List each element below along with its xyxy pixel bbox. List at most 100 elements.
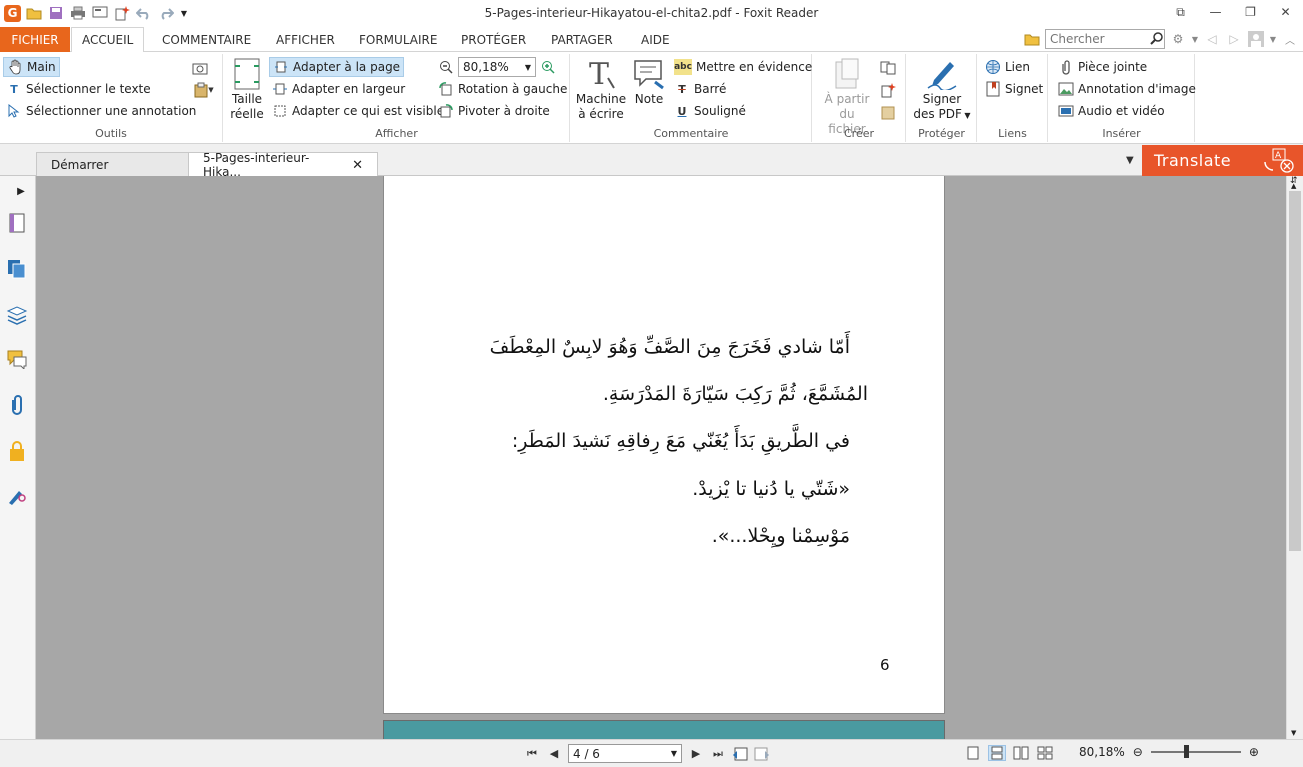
actual-size-button[interactable]: Taille réelle — [230, 58, 264, 122]
collapse-ribbon-icon[interactable]: ︿ — [1281, 30, 1299, 48]
hand-tool-button[interactable]: Main — [3, 57, 60, 77]
tab-aide[interactable]: AIDE — [631, 27, 680, 52]
security-lock-icon[interactable] — [6, 440, 28, 462]
translate-button[interactable]: Translate A — [1142, 145, 1303, 176]
forward-arrow-icon[interactable]: ▷ — [1225, 30, 1243, 48]
fit-width-button[interactable]: Adapter en largeur — [269, 79, 408, 99]
fit-page-button[interactable]: Adapter à la page — [269, 57, 405, 77]
previous-page-icon[interactable]: ◀ — [546, 745, 562, 763]
note-button[interactable]: Note — [631, 58, 667, 107]
group-inserer: Pièce jointe Annotation d'image Audio et… — [1049, 54, 1196, 142]
clipboard-icon[interactable]: ▼ — [192, 82, 216, 98]
search-area: ⚙ ▼ ◁ ▷ ▼ ︿ — [1023, 29, 1299, 49]
user-avatar-icon[interactable] — [1247, 30, 1265, 48]
rotate-right-button[interactable]: Pivoter à droite — [435, 101, 553, 121]
audio-video-button[interactable]: Audio et vidéo — [1055, 101, 1168, 121]
page-indicator-box[interactable]: 4 / 6 ▼ — [568, 744, 682, 763]
zoom-slider-knob[interactable] — [1183, 745, 1189, 758]
group-label-creer: Créer — [843, 127, 875, 140]
scrollbar-thumb[interactable] — [1289, 191, 1301, 551]
pages-icon[interactable] — [6, 212, 28, 234]
attachment-button[interactable]: Pièce jointe — [1055, 57, 1150, 77]
rotate-left-button[interactable]: Rotation à gauche — [435, 79, 570, 99]
tab-fichier[interactable]: FICHIER — [0, 27, 70, 52]
scroll-up-icon[interactable]: ▲ — [1291, 182, 1296, 190]
arrow-cursor-icon — [6, 103, 22, 119]
single-page-icon[interactable] — [964, 745, 982, 761]
chevron-down-icon: ▼ — [961, 111, 971, 120]
vertical-scrollbar[interactable]: ⇵ ▲ ▼ — [1286, 176, 1303, 739]
document-tab-bar: Démarrer 5-Pages-interieur-Hika... ✕ ▼ T… — [0, 145, 1303, 179]
tab-list-dropdown-icon[interactable]: ▼ — [1126, 155, 1134, 166]
tab-afficher[interactable]: AFFICHER — [266, 27, 345, 52]
group-label-inserer: Insérer — [1102, 127, 1141, 140]
zoom-level[interactable]: 80,18% — [1079, 745, 1125, 759]
find-folder-icon[interactable] — [1023, 30, 1041, 48]
next-view-icon[interactable] — [754, 745, 770, 763]
expand-panel-icon[interactable]: ▶ — [14, 180, 28, 202]
tab-accueil[interactable]: ACCUEIL — [71, 27, 145, 53]
next-page-icon[interactable]: ▶ — [688, 745, 704, 763]
tab-formulaire[interactable]: FORMULAIRE — [349, 27, 447, 52]
search-icon[interactable] — [1150, 31, 1164, 48]
continuous-page-icon[interactable] — [988, 745, 1006, 761]
group-proteger: Signer des PDF ▼ Protéger — [907, 54, 977, 142]
ribbon-toggle-icon[interactable]: ⧉ — [1163, 0, 1198, 24]
typewriter-button[interactable]: T Machine à écrire — [576, 58, 626, 122]
close-button[interactable]: ✕ — [1268, 0, 1303, 24]
document-viewer[interactable]: أَمّا شادي فَخَرَجَ مِنَ الصَّفِّ وَهُوَ… — [36, 176, 1286, 739]
select-annotation-button[interactable]: Sélectionner une annotation — [3, 101, 199, 121]
scroll-down-icon[interactable]: ▼ — [1291, 729, 1296, 737]
close-tab-icon[interactable]: ✕ — [352, 158, 363, 173]
combine-files-icon[interactable] — [880, 60, 896, 76]
bookmark-icon — [985, 81, 1001, 97]
back-arrow-icon[interactable]: ◁ — [1203, 30, 1221, 48]
image-annotation-button[interactable]: Annotation d'image — [1055, 79, 1199, 99]
link-button[interactable]: Lien — [982, 57, 1033, 77]
fit-visible-button[interactable]: Adapter ce qui est visible — [269, 101, 447, 121]
zoom-out-icon[interactable]: ⊖ — [1133, 745, 1143, 759]
image-icon — [1058, 81, 1074, 97]
layers-icon[interactable] — [6, 304, 28, 326]
clipboard-create-icon[interactable] — [880, 104, 896, 120]
facing-pages-icon[interactable] — [1012, 745, 1030, 761]
tab-partager[interactable]: PARTAGER — [541, 27, 623, 52]
maximize-button[interactable]: ❐ — [1233, 0, 1268, 24]
strikeout-button[interactable]: T Barré — [671, 79, 729, 99]
bookmark-button[interactable]: Signet — [982, 79, 1046, 99]
previous-view-icon[interactable] — [732, 745, 748, 763]
last-page-icon[interactable]: ⏭ — [710, 745, 726, 763]
first-page-icon[interactable]: ⏮ — [524, 745, 540, 763]
zoom-in-icon[interactable]: ⊕ — [1249, 745, 1259, 759]
chevron-down-icon[interactable]: ▼ — [1269, 30, 1277, 48]
underline-button[interactable]: U Souligné — [671, 101, 749, 121]
layers-pages-icon[interactable] — [6, 258, 28, 280]
search-box[interactable] — [1045, 29, 1165, 49]
continuous-facing-icon[interactable] — [1036, 745, 1054, 761]
search-input[interactable] — [1050, 32, 1145, 46]
sign-pdf-button[interactable]: Signer des PDF ▼ — [912, 58, 972, 123]
ribbon: Main T Sélectionner le texte Sélectionne… — [0, 52, 1303, 144]
zoom-in-icon[interactable] — [540, 59, 556, 75]
highlight-button[interactable]: abc Mettre en évidence — [671, 57, 815, 77]
zoom-slider[interactable] — [1150, 745, 1241, 758]
gear-icon[interactable]: ⚙ — [1169, 30, 1187, 48]
zoom-out-icon[interactable] — [438, 59, 454, 75]
from-file-button[interactable]: À partir du fichier — [819, 58, 875, 137]
tab-commentaire[interactable]: COMMENTAIRE — [152, 27, 261, 52]
zoom-dropdown[interactable]: 80,18% ▼ — [458, 57, 536, 77]
comments-icon[interactable] — [6, 348, 28, 370]
create-blank-icon[interactable] — [880, 82, 896, 98]
snapshot-icon[interactable] — [192, 60, 208, 76]
tab-current-document[interactable]: 5-Pages-interieur-Hika... ✕ — [188, 151, 378, 179]
select-text-button[interactable]: T Sélectionner le texte — [3, 79, 154, 99]
attachments-icon[interactable] — [6, 394, 28, 416]
tab-demarrer[interactable]: Démarrer — [36, 152, 190, 176]
signature-icon[interactable] — [6, 484, 28, 506]
chevron-down-icon[interactable]: ▼ — [1191, 30, 1199, 48]
tab-proteger[interactable]: PROTÉGER — [451, 27, 536, 52]
minimize-button[interactable]: — — [1198, 0, 1233, 24]
group-label-liens: Liens — [998, 127, 1027, 140]
text-cursor-icon: T — [10, 82, 18, 96]
fit-visible-icon — [272, 103, 288, 119]
